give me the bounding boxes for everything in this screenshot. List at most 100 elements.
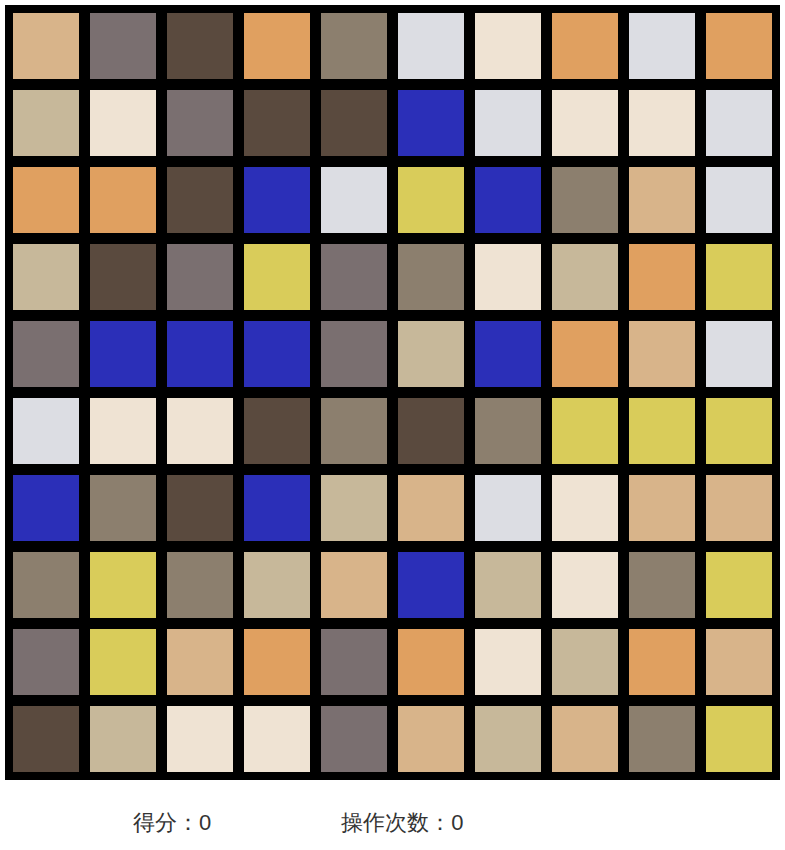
tile[interactable] [167,552,233,618]
tile[interactable] [629,706,695,772]
tile[interactable] [13,167,79,233]
tile[interactable] [90,552,156,618]
tile[interactable] [13,475,79,541]
tile[interactable] [475,13,541,79]
tile[interactable] [475,167,541,233]
tile[interactable] [13,552,79,618]
tile[interactable] [629,90,695,156]
tile[interactable] [244,398,310,464]
tile[interactable] [167,244,233,310]
tile[interactable] [90,244,156,310]
tile[interactable] [398,706,464,772]
tile[interactable] [90,13,156,79]
tile[interactable] [552,244,618,310]
tile[interactable] [398,629,464,695]
tile[interactable] [552,398,618,464]
tile[interactable] [475,398,541,464]
tile[interactable] [321,629,387,695]
tile[interactable] [552,475,618,541]
tile[interactable] [167,475,233,541]
tile[interactable] [321,552,387,618]
tile[interactable] [398,244,464,310]
tile[interactable] [552,629,618,695]
tile[interactable] [706,706,772,772]
tile[interactable] [398,167,464,233]
tile[interactable] [167,629,233,695]
tile[interactable] [475,552,541,618]
tile[interactable] [552,706,618,772]
tile[interactable] [706,321,772,387]
tile[interactable] [321,398,387,464]
tile[interactable] [552,90,618,156]
tile[interactable] [475,321,541,387]
tile[interactable] [90,398,156,464]
tile[interactable] [244,552,310,618]
tile[interactable] [706,167,772,233]
tile[interactable] [244,167,310,233]
tile[interactable] [90,629,156,695]
tile[interactable] [629,475,695,541]
tile[interactable] [13,398,79,464]
tile[interactable] [398,90,464,156]
tile[interactable] [90,167,156,233]
tile[interactable] [475,629,541,695]
tile[interactable] [321,167,387,233]
tile[interactable] [706,244,772,310]
tile[interactable] [244,13,310,79]
tile[interactable] [321,475,387,541]
tile[interactable] [321,706,387,772]
tile[interactable] [706,552,772,618]
tile[interactable] [629,13,695,79]
tile[interactable] [629,629,695,695]
tile[interactable] [706,90,772,156]
tile[interactable] [167,706,233,772]
tile[interactable] [321,244,387,310]
tile[interactable] [398,321,464,387]
tile[interactable] [13,90,79,156]
tile[interactable] [398,13,464,79]
tile[interactable] [167,321,233,387]
tile[interactable] [244,321,310,387]
tile[interactable] [629,398,695,464]
tile[interactable] [706,629,772,695]
tile[interactable] [244,629,310,695]
tile[interactable] [90,706,156,772]
tile[interactable] [244,244,310,310]
tile[interactable] [13,629,79,695]
tile[interactable] [13,321,79,387]
tile[interactable] [629,321,695,387]
tile[interactable] [90,90,156,156]
tile[interactable] [629,167,695,233]
tile[interactable] [398,475,464,541]
tile[interactable] [167,90,233,156]
tile[interactable] [552,13,618,79]
tile[interactable] [706,398,772,464]
tile[interactable] [167,398,233,464]
tile[interactable] [552,552,618,618]
tile[interactable] [629,244,695,310]
tile[interactable] [321,13,387,79]
tile[interactable] [13,244,79,310]
tile[interactable] [629,552,695,618]
tile[interactable] [552,321,618,387]
tile[interactable] [398,398,464,464]
tile[interactable] [475,90,541,156]
tile[interactable] [321,90,387,156]
tile[interactable] [90,475,156,541]
tile[interactable] [13,13,79,79]
tile[interactable] [552,167,618,233]
tile[interactable] [167,13,233,79]
tile[interactable] [244,90,310,156]
tile[interactable] [13,706,79,772]
tile[interactable] [90,321,156,387]
tile[interactable] [706,475,772,541]
tile[interactable] [244,706,310,772]
tile[interactable] [321,321,387,387]
tile[interactable] [167,167,233,233]
tile[interactable] [706,13,772,79]
tile[interactable] [475,706,541,772]
tile[interactable] [475,475,541,541]
tile[interactable] [475,244,541,310]
tile[interactable] [244,475,310,541]
tile[interactable] [398,552,464,618]
